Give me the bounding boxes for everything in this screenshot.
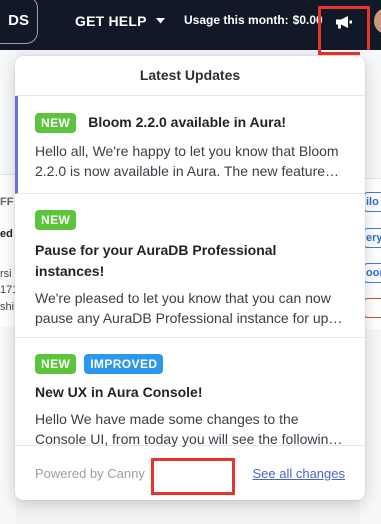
entry-title: Pause for your AuraDB Professional insta… bbox=[35, 242, 277, 279]
left-nav-button-label: DS bbox=[8, 11, 29, 29]
entry-tags: NEW IMPROVED bbox=[35, 354, 345, 374]
popover-footer: Powered by Canny See all changes bbox=[15, 446, 365, 500]
left-nav-button[interactable]: DS bbox=[0, 0, 38, 44]
popover-title: Latest Updates bbox=[15, 56, 365, 96]
background-text: rsi bbox=[0, 268, 12, 280]
background-text: FF bbox=[0, 196, 14, 208]
entry-tags: NEW bbox=[35, 210, 345, 230]
latest-updates-popover: Latest Updates NEW Bloom 2.2.0 available… bbox=[15, 56, 365, 500]
entry-title: Bloom 2.2.0 available in Aura! bbox=[88, 114, 287, 130]
caret-down-icon bbox=[155, 18, 165, 24]
tag-improved-badge: IMPROVED bbox=[84, 354, 164, 374]
megaphone-icon bbox=[336, 16, 352, 29]
changelog-entry[interactable]: NEW Pause for your AuraDB Professional i… bbox=[15, 194, 365, 338]
powered-by-canny-link[interactable]: Powered by Canny bbox=[35, 466, 145, 481]
usage-summary: Usage this month: $0.00 bbox=[184, 13, 323, 27]
entry-tags: NEW Bloom 2.2.0 available in Aura! bbox=[35, 112, 345, 133]
entry-body: Hello all, We're happy to let you know t… bbox=[35, 143, 339, 179]
get-help-label: GET HELP bbox=[75, 13, 147, 29]
entry-title: New UX in Aura Console! bbox=[35, 384, 203, 400]
changelog-entry[interactable]: NEW Bloom 2.2.0 available in Aura! Hello… bbox=[15, 96, 365, 194]
background-text: ed bbox=[0, 228, 13, 240]
usage-value: $0.00 bbox=[292, 13, 323, 27]
avatar[interactable] bbox=[374, 9, 381, 33]
usage-label: Usage this month: bbox=[184, 13, 289, 27]
tag-new-badge: NEW bbox=[35, 112, 77, 133]
top-navigation-bar: DS GET HELP Usage this month: $0.00 bbox=[0, 0, 381, 50]
get-help-menu[interactable]: GET HELP bbox=[75, 11, 165, 31]
tag-new-badge: NEW bbox=[35, 354, 77, 374]
tag-new-badge: NEW bbox=[35, 210, 77, 230]
see-all-changes-link[interactable]: See all changes bbox=[252, 466, 345, 481]
changelog-entry[interactable]: NEW IMPROVED New UX in Aura Console! Hel… bbox=[15, 338, 365, 447]
background-text: shi bbox=[0, 301, 15, 313]
entry-body: Hello We have made some changes to the C… bbox=[35, 411, 337, 447]
announcements-button[interactable] bbox=[330, 10, 358, 34]
entry-body: We're pleased to let you know that you c… bbox=[35, 290, 344, 326]
